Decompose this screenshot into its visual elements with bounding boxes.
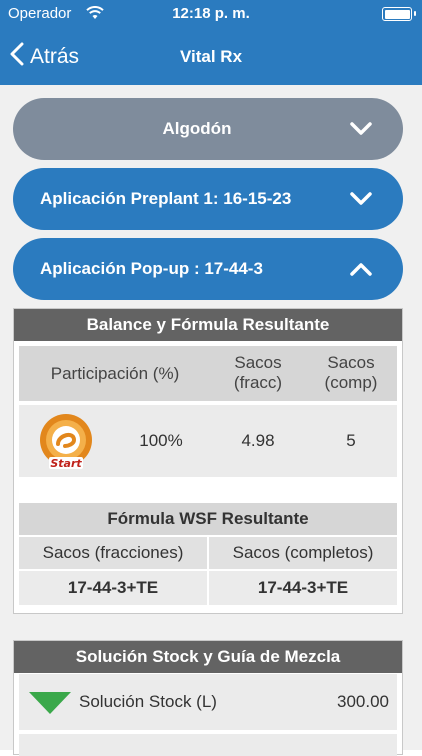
accordion-crop-label: Algodón: [162, 119, 232, 138]
sacos-fracc-header: Sacos (fracc): [233, 353, 283, 392]
sacos-comp-value: 5: [346, 431, 356, 450]
stock-card: Solución Stock y Guía de Mezcla Solución…: [13, 640, 403, 756]
stock-value: 300.00: [337, 692, 389, 711]
sacos-comp-header: Sacos (comp): [324, 353, 378, 392]
next-row: [19, 734, 397, 756]
accordion-preplant[interactable]: Aplicación Preplant 1: 16-15-23: [13, 168, 403, 230]
navigation-bar: Atrás Vital Rx: [0, 28, 422, 85]
wsf-header-fracciones: Sacos (fracciones): [19, 537, 207, 569]
wsf-value-fracciones: 17-44-3+TE: [19, 571, 207, 605]
status-bar: Operador 12:18 p. m.: [0, 0, 422, 28]
stock-label: Solución Stock (L): [79, 692, 217, 711]
wsf-title: Fórmula WSF Resultante: [19, 503, 397, 535]
accordion-preplant-label: Aplicación Preplant 1: 16-15-23: [40, 189, 292, 208]
accordion-popup-label: Aplicación Pop-up : 17-44-3: [40, 259, 263, 278]
chevron-down-icon: [341, 192, 381, 206]
start-product-logo: Start: [37, 413, 95, 471]
chevron-up-icon: [341, 262, 381, 276]
accordion-crop[interactable]: Algodón: [13, 98, 403, 160]
stock-row[interactable]: Solución Stock (L) 300.00: [19, 674, 397, 730]
chevron-down-icon: [341, 122, 381, 136]
balance-card-title: Balance y Fórmula Resultante: [14, 309, 402, 341]
stock-card-title: Solución Stock y Guía de Mezcla: [14, 641, 402, 673]
svg-text:Start: Start: [50, 457, 82, 470]
sacos-fracc-value: 4.98: [241, 431, 275, 450]
wsf-value-completos: 17-44-3+TE: [209, 571, 397, 605]
participation-header: Participación (%): [50, 364, 180, 383]
participation-value: 100%: [139, 431, 183, 450]
status-time: 12:18 p. m.: [172, 5, 250, 22]
balance-header-row: Participación (%) Sacos (fracc) Sacos (c…: [19, 346, 397, 401]
page-title: Vital Rx: [179, 47, 243, 66]
balance-card: Balance y Fórmula Resultante Participaci…: [13, 308, 403, 614]
accordion-popup[interactable]: Aplicación Pop-up : 17-44-3: [13, 238, 403, 300]
triangle-down-icon: [29, 692, 71, 721]
balance-data-row: Start 100% 4.98 5: [19, 405, 397, 477]
battery-icon: [382, 7, 416, 21]
main-content: Algodón Aplicación Preplant 1: 16-15-23 …: [0, 85, 422, 756]
wsf-header-completos: Sacos (completos): [209, 537, 397, 569]
